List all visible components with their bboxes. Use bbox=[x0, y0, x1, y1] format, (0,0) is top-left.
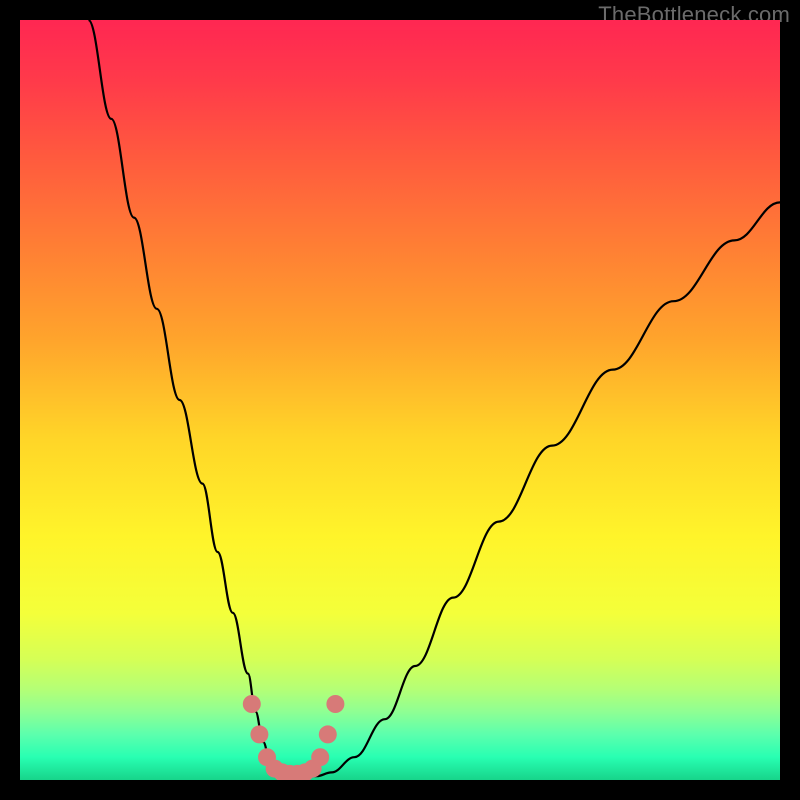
highlight-marker bbox=[311, 748, 329, 766]
bottleneck-curve bbox=[20, 20, 780, 780]
highlight-marker bbox=[326, 695, 344, 713]
highlight-marker bbox=[319, 725, 337, 743]
highlight-markers bbox=[243, 695, 345, 780]
chart-frame bbox=[20, 20, 780, 780]
highlight-marker bbox=[250, 725, 268, 743]
curve-path bbox=[88, 20, 780, 776]
highlight-marker bbox=[243, 695, 261, 713]
